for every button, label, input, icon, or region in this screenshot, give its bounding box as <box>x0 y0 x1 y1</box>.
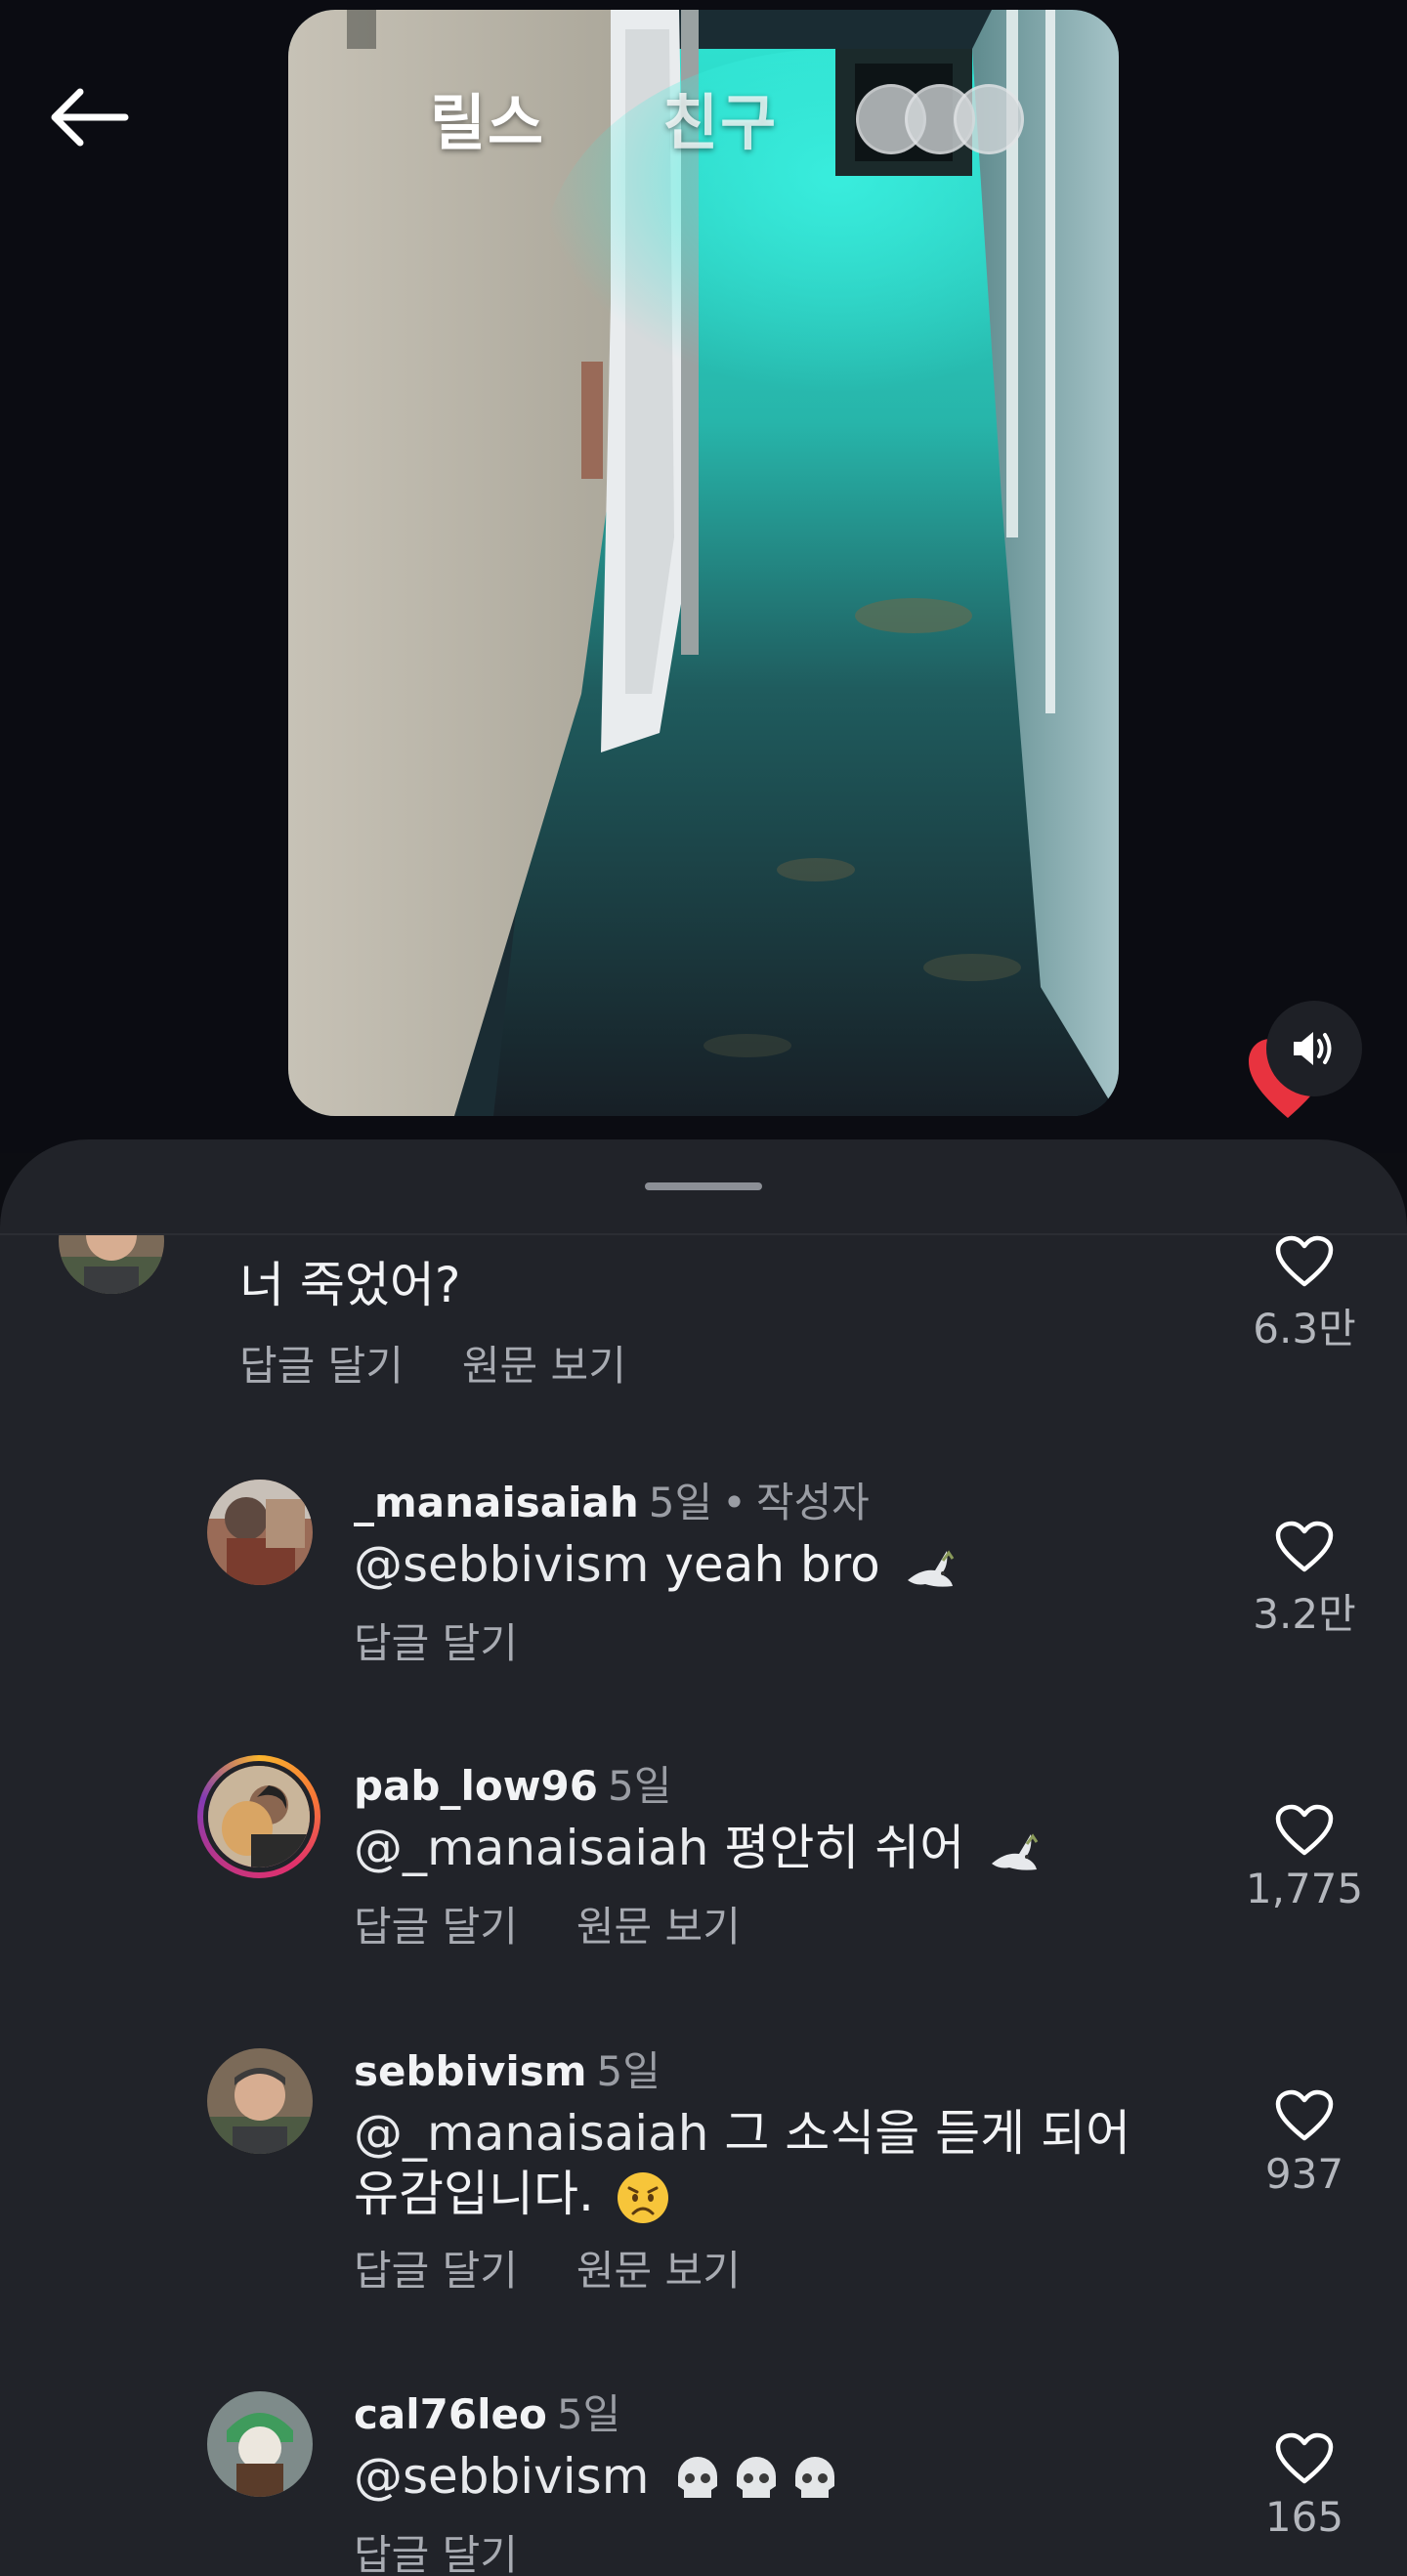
comment-body: 평안히 쉬어 <box>724 1820 965 1876</box>
avatar[interactable] <box>59 1235 164 1294</box>
comment-body-line2: 유감입니다. <box>354 2166 594 2222</box>
sound-toggle-button[interactable] <box>1247 997 1364 1114</box>
heart-outline-icon[interactable] <box>1275 2432 1334 2485</box>
comment-actions: 답글 달기 <box>354 1610 576 1670</box>
like-column: 1,775 <box>1236 1804 1373 1912</box>
heart-outline-icon[interactable] <box>1275 1235 1334 1288</box>
avatar[interactable] <box>207 2391 313 2497</box>
avatar-story-ring[interactable] <box>197 1755 320 1878</box>
comment-actions: 답글 달기 원문 보기 <box>239 1333 685 1393</box>
avatar-image <box>208 1766 310 1868</box>
friend-avatar <box>954 84 1024 154</box>
dove-emoji-icon <box>907 1549 954 1587</box>
like-count: 1,775 <box>1245 1865 1364 1912</box>
like-column: 937 <box>1236 2089 1373 2198</box>
worried-face-emoji-icon <box>617 2171 668 2223</box>
comment-actions: 답글 달기 원문 보기 <box>354 1894 799 1953</box>
arrow-left-icon <box>51 88 129 147</box>
comment-meta: pab_low96 5일 <box>354 1753 671 1813</box>
see-original-button[interactable]: 원문 보기 <box>576 1903 741 1951</box>
skull-emoji-icon <box>678 2456 835 2498</box>
friend-avatar-stack[interactable] <box>856 84 1051 154</box>
comment-item: _manaisaiah 5일 • 작성자 @sebbivism yeah bro 답글… <box>0 1470 1407 1724</box>
like-column: 165 <box>1236 2432 1373 2541</box>
reply-button[interactable]: 답글 달기 <box>354 1619 518 1667</box>
reel-video[interactable] <box>288 10 1119 1116</box>
comment-text: 너 죽었어? <box>239 1257 461 1313</box>
mention-link[interactable]: @sebbivism <box>354 1536 649 1593</box>
like-column: 3.2만 <box>1236 1521 1373 1641</box>
comment-text: @_manaisaiah 평안히 쉬어 <box>354 1818 1155 1879</box>
avatar <box>203 1761 315 1872</box>
reply-button[interactable]: 답글 달기 <box>354 2247 518 2295</box>
mention-link[interactable]: @_manaisaiah <box>354 2105 708 2162</box>
mention-link[interactable]: @_manaisaiah <box>354 1820 708 1876</box>
timestamp: 5일 <box>596 2047 661 2095</box>
reply-button[interactable]: 답글 달기 <box>354 1903 518 1951</box>
username[interactable]: sebbivism <box>354 2047 587 2095</box>
see-original-button[interactable]: 원문 보기 <box>576 2247 741 2295</box>
avatar-image <box>207 1480 313 1585</box>
comment-meta: sebbivism 5일 <box>354 2039 661 2098</box>
avatar-image <box>207 2391 313 2497</box>
comments-sheet: 너 죽었어? 답글 달기 원문 보기 6.3만 _manaisaiah 5일 •… <box>0 1139 1407 2576</box>
comment-text: @sebbivism <box>354 2446 1155 2508</box>
reply-button[interactable]: 답글 달기 <box>354 2531 518 2576</box>
author-badge: 작성자 <box>755 1479 870 1526</box>
comment-item: pab_low96 5일 @_manaisaiah 평안히 쉬어 답글 달기 원문 … <box>0 1753 1407 2007</box>
comment-item: 너 죽었어? 답글 달기 원문 보기 6.3만 <box>0 1235 1407 1440</box>
sheet-drag-handle[interactable] <box>645 1182 762 1190</box>
reel-tabs: 릴스 친구 <box>430 73 778 161</box>
avatar-image <box>59 1235 164 1294</box>
like-count: 3.2만 <box>1253 1590 1356 1638</box>
separator-dot: • <box>722 1479 746 1526</box>
comment-body: yeah bro <box>664 1536 880 1593</box>
username[interactable]: _manaisaiah <box>354 1479 639 1526</box>
hallway-flood-video-frame <box>288 10 1119 1116</box>
like-column: 6.3만 <box>1236 1235 1373 1355</box>
like-count: 165 <box>1264 2493 1344 2541</box>
comment-list[interactable]: 너 죽었어? 답글 달기 원문 보기 6.3만 _manaisaiah 5일 •… <box>0 1235 1407 2576</box>
tab-reels[interactable]: 릴스 <box>430 73 545 161</box>
username[interactable]: cal76leo <box>354 2390 547 2438</box>
timestamp: 5일 <box>648 1479 713 1526</box>
username[interactable]: pab_low96 <box>354 1762 598 1810</box>
heart-outline-icon[interactable] <box>1275 2089 1334 2142</box>
comment-body: 그 소식을 듣게 되어 <box>724 2105 1131 2162</box>
reply-button[interactable]: 답글 달기 <box>239 1342 404 1390</box>
avatar-image <box>207 2048 313 2154</box>
back-button[interactable] <box>39 76 137 158</box>
comment-meta: _manaisaiah 5일 • 작성자 <box>354 1470 870 1529</box>
like-count: 6.3만 <box>1253 1305 1356 1352</box>
comment-text: @_manaisaiah 그 소식을 듣게 되어 유감입니다. <box>354 2103 1155 2225</box>
heart-outline-icon[interactable] <box>1275 1521 1334 1573</box>
dove-emoji-icon <box>992 1832 1039 1870</box>
comment-item: cal76leo 5일 @sebbivism 답글 달기 165 <box>0 2382 1407 2576</box>
comment-text: @sebbivism yeah bro <box>354 1534 1155 1596</box>
sound-toggle-bg <box>1266 1001 1362 1096</box>
mention-link[interactable]: @sebbivism <box>354 2448 649 2505</box>
comment-actions: 답글 달기 <box>354 2522 576 2576</box>
comment-actions: 답글 달기 원문 보기 <box>354 2238 799 2297</box>
reel-viewer: 릴스 친구 <box>0 0 1407 1153</box>
comment-item: sebbivism 5일 @_manaisaiah 그 소식을 듣게 되어 유감입… <box>0 2039 1407 2351</box>
tab-friends[interactable]: 친구 <box>662 73 778 161</box>
avatar[interactable] <box>207 2048 313 2154</box>
timestamp: 5일 <box>607 1762 672 1810</box>
timestamp: 5일 <box>556 2390 621 2438</box>
avatar[interactable] <box>207 1480 313 1585</box>
like-count: 937 <box>1264 2150 1344 2198</box>
see-original-button[interactable]: 원문 보기 <box>462 1342 626 1390</box>
speaker-icon <box>1294 1032 1332 1065</box>
comment-meta: cal76leo 5일 <box>354 2382 620 2441</box>
heart-outline-icon[interactable] <box>1275 1804 1334 1857</box>
